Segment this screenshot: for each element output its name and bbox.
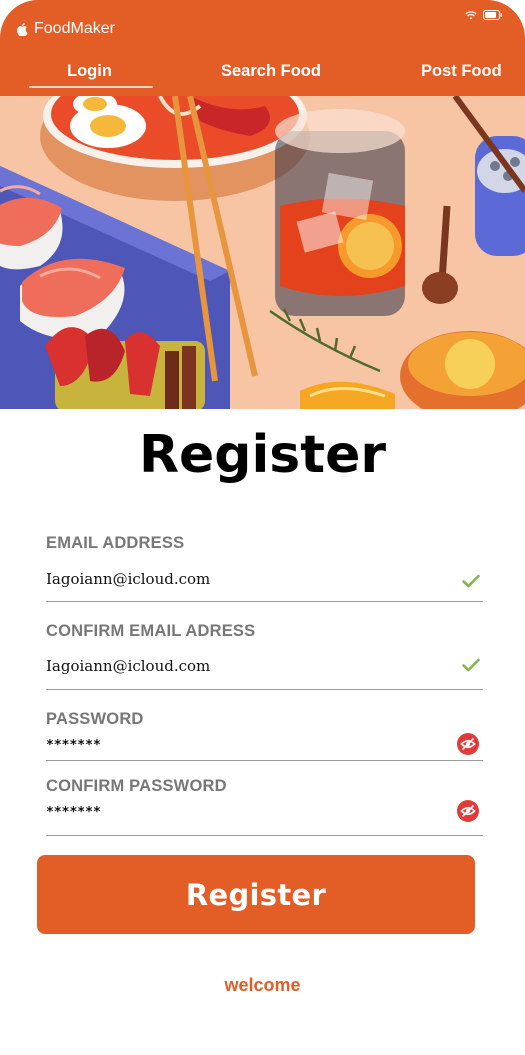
email-input[interactable]: Iagoiann@icloud.com (46, 570, 210, 588)
app-title: FoodMaker (34, 20, 115, 37)
tab-post-food[interactable]: Post Food (421, 62, 502, 81)
password-field-group: PASSWORD ******* (46, 710, 483, 762)
page-title: Register (138, 425, 387, 485)
eye-off-icon[interactable] (457, 800, 479, 822)
eye-off-icon[interactable] (457, 733, 479, 755)
app-header: FoodMaker Login Search Food Post Food (0, 0, 525, 96)
check-icon (462, 574, 480, 588)
apple-icon (17, 22, 28, 36)
confirm-password-underline (46, 835, 483, 836)
confirm-email-field-group: CONFIRM EMAIL ADRESS Iagoiann@icloud.com (46, 622, 483, 692)
confirm-email-underline (46, 689, 483, 690)
food-illustration (0, 96, 525, 409)
tab-search-food[interactable]: Search Food (221, 62, 321, 81)
check-icon (462, 658, 480, 672)
active-tab-indicator (29, 86, 153, 88)
confirm-password-input[interactable]: ******* (46, 805, 101, 820)
confirm-password-label: CONFIRM PASSWORD (46, 777, 227, 795)
status-icons (465, 10, 503, 20)
password-label: PASSWORD (46, 710, 144, 728)
welcome-link[interactable]: welcome (0, 975, 525, 996)
confirm-email-label: CONFIRM EMAIL ADRESS (46, 622, 256, 640)
confirm-password-field-group: CONFIRM PASSWORD ******* (46, 777, 483, 837)
app-name: FoodMaker (16, 20, 115, 38)
app-screen: FoodMaker Login Search Food Post Food Re… (0, 0, 525, 1055)
battery-icon (483, 10, 502, 20)
wifi-icon (465, 11, 477, 20)
register-button[interactable]: Register (37, 855, 475, 934)
email-field-group: EMAIL ADDRESS Iagoiann@icloud.com (46, 534, 483, 604)
email-underline (46, 601, 483, 602)
email-label: EMAIL ADDRESS (46, 534, 185, 552)
password-input[interactable]: ******* (46, 738, 101, 753)
tab-login[interactable]: Login (67, 62, 112, 81)
password-underline (46, 760, 483, 761)
confirm-email-input[interactable]: Iagoiann@icloud.com (46, 657, 210, 675)
